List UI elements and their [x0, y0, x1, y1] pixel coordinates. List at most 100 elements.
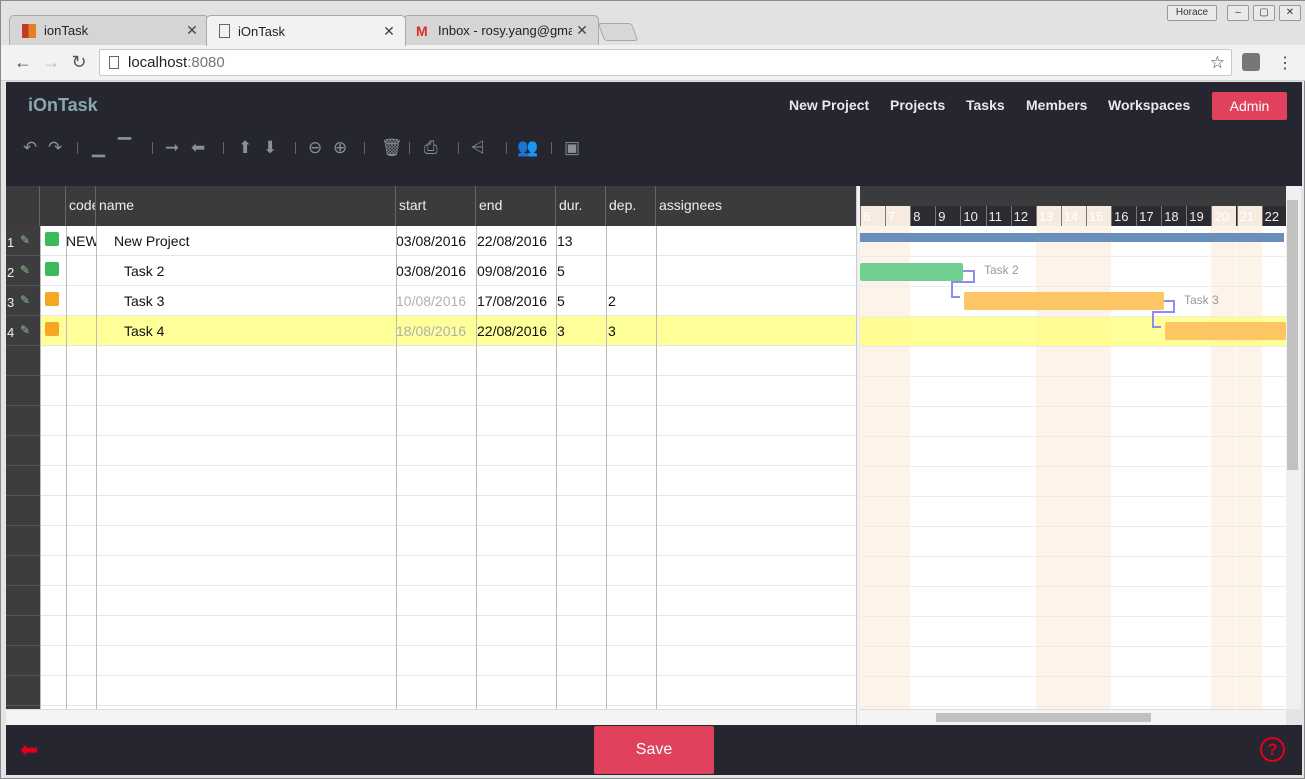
- table-row[interactable]: [40, 436, 856, 466]
- cell-end[interactable]: 17/08/2016: [477, 286, 557, 316]
- header-dep[interactable]: dep.: [606, 186, 656, 226]
- cell-dep[interactable]: 2: [608, 286, 653, 316]
- extension-icon[interactable]: [1242, 53, 1260, 71]
- indent-icon[interactable]: ➞: [165, 138, 179, 158]
- critical-path-icon[interactable]: ⩤: [471, 138, 485, 158]
- cell-start[interactable]: 18/08/2016: [396, 316, 476, 346]
- grid-horizontal-scrollbar[interactable]: [6, 709, 856, 725]
- cell-end[interactable]: 22/08/2016: [477, 226, 557, 256]
- header-code[interactable]: code: [66, 186, 96, 226]
- status-indicator[interactable]: [45, 262, 59, 276]
- table-row[interactable]: Task 2 03/08/2016 09/08/2016 5: [40, 256, 856, 286]
- close-window-icon[interactable]: ✕: [1279, 5, 1301, 21]
- table-row[interactable]: Task 4 18/08/2016 22/08/2016 3 3: [40, 316, 856, 346]
- table-row[interactable]: [40, 646, 856, 676]
- nav-tasks[interactable]: Tasks: [966, 97, 1005, 113]
- cell-code[interactable]: [66, 286, 96, 316]
- tab-iontask-1[interactable]: ionTask ✕: [9, 15, 209, 45]
- page-info-icon[interactable]: [109, 56, 119, 69]
- new-tab-button[interactable]: [597, 23, 639, 41]
- status-indicator[interactable]: [45, 292, 59, 306]
- cell-name[interactable]: Task 4: [124, 316, 394, 346]
- nav-new-project[interactable]: New Project: [789, 97, 869, 113]
- table-row[interactable]: NEW New Project 03/08/2016 22/08/2016 13: [40, 226, 856, 256]
- cell-dep[interactable]: [608, 256, 653, 286]
- redo-icon[interactable]: ↷: [48, 138, 62, 158]
- forward-arrow-icon[interactable]: →: [41, 53, 61, 73]
- table-row[interactable]: [40, 376, 856, 406]
- insert-below-icon[interactable]: ▔: [118, 138, 131, 158]
- header-name[interactable]: name: [96, 186, 396, 226]
- cell-dep[interactable]: [608, 226, 653, 256]
- help-icon[interactable]: ?: [1260, 737, 1285, 762]
- status-indicator[interactable]: [45, 232, 59, 246]
- cell-end[interactable]: 09/08/2016: [477, 256, 557, 286]
- close-icon[interactable]: ✕: [572, 22, 592, 39]
- cell-dur[interactable]: 5: [557, 256, 602, 286]
- save-layout-icon[interactable]: ▣: [564, 138, 580, 158]
- edit-pencil-icon[interactable]: ✎: [20, 323, 30, 337]
- admin-button[interactable]: Admin: [1212, 92, 1287, 120]
- cell-name[interactable]: Task 3: [124, 286, 394, 316]
- table-row[interactable]: [40, 586, 856, 616]
- bookmark-star-icon[interactable]: ☆: [1210, 50, 1225, 75]
- cell-code[interactable]: NEW: [66, 226, 96, 256]
- cell-start[interactable]: 03/08/2016: [396, 226, 476, 256]
- outdent-icon[interactable]: ⬅: [191, 138, 205, 158]
- cell-start[interactable]: 03/08/2016: [396, 256, 476, 286]
- edit-pencil-icon[interactable]: ✎: [20, 293, 30, 307]
- move-down-icon[interactable]: ⬇: [263, 138, 277, 158]
- minimize-icon[interactable]: –: [1227, 5, 1249, 21]
- cell-name[interactable]: Task 2: [124, 256, 394, 286]
- cell-dur[interactable]: 5: [557, 286, 602, 316]
- resources-icon[interactable]: 👥: [517, 138, 538, 158]
- link-task3-task4[interactable]: [1152, 300, 1175, 328]
- table-row[interactable]: [40, 346, 856, 376]
- cell-dep[interactable]: 3: [608, 316, 653, 346]
- tab-iontask-2[interactable]: iOnTask ✕: [206, 15, 406, 46]
- nav-projects[interactable]: Projects: [890, 97, 945, 113]
- status-indicator[interactable]: [45, 322, 59, 336]
- table-row[interactable]: [40, 556, 856, 586]
- nav-members[interactable]: Members: [1026, 97, 1087, 113]
- table-row[interactable]: [40, 616, 856, 646]
- scroll-thumb[interactable]: [1287, 200, 1298, 470]
- profile-badge[interactable]: Horace: [1167, 5, 1217, 21]
- cell-code[interactable]: [66, 316, 96, 346]
- reload-icon[interactable]: ↻: [69, 53, 89, 73]
- insert-above-icon[interactable]: ▁: [92, 138, 105, 158]
- close-icon[interactable]: ✕: [379, 23, 399, 40]
- zoom-out-icon[interactable]: ⊖: [308, 138, 322, 158]
- gantt-horizontal-scrollbar[interactable]: [860, 709, 1286, 725]
- delete-icon[interactable]: 🗑: [381, 138, 403, 158]
- undo-icon[interactable]: ↶: [23, 138, 37, 158]
- zoom-in-icon[interactable]: ⊕: [333, 138, 347, 158]
- table-row[interactable]: [40, 406, 856, 436]
- header-dur[interactable]: dur.: [556, 186, 606, 226]
- back-arrow-icon[interactable]: ←: [13, 53, 33, 73]
- save-button[interactable]: Save: [594, 726, 714, 774]
- move-up-icon[interactable]: ⬆: [238, 138, 252, 158]
- cell-code[interactable]: [66, 256, 96, 286]
- menu-kebab-icon[interactable]: ⋮: [1277, 53, 1293, 73]
- brand-logo[interactable]: iOnTask: [28, 95, 98, 116]
- url-input[interactable]: localhost:8080 ☆: [99, 49, 1232, 76]
- print-icon[interactable]: ⎙: [424, 138, 438, 158]
- edit-pencil-icon[interactable]: ✎: [20, 263, 30, 277]
- cell-end[interactable]: 22/08/2016: [477, 316, 557, 346]
- table-row[interactable]: [40, 526, 856, 556]
- link-task2-task3[interactable]: [951, 270, 975, 298]
- header-assignees[interactable]: assignees: [656, 186, 856, 226]
- edit-pencil-icon[interactable]: ✎: [20, 233, 30, 247]
- table-row[interactable]: [40, 676, 856, 706]
- gantt-vertical-scrollbar[interactable]: [1286, 186, 1301, 709]
- table-row[interactable]: [40, 466, 856, 496]
- table-row[interactable]: [40, 496, 856, 526]
- table-row[interactable]: Task 3 10/08/2016 17/08/2016 5 2: [40, 286, 856, 316]
- cell-name[interactable]: New Project: [114, 226, 384, 256]
- back-arrow-icon[interactable]: ⬅: [20, 737, 38, 763]
- cell-dur[interactable]: 13: [557, 226, 602, 256]
- tab-inbox[interactable]: M Inbox - rosy.yang@gma ✕: [403, 15, 599, 45]
- cell-start[interactable]: 10/08/2016: [396, 286, 476, 316]
- header-start[interactable]: start: [396, 186, 476, 226]
